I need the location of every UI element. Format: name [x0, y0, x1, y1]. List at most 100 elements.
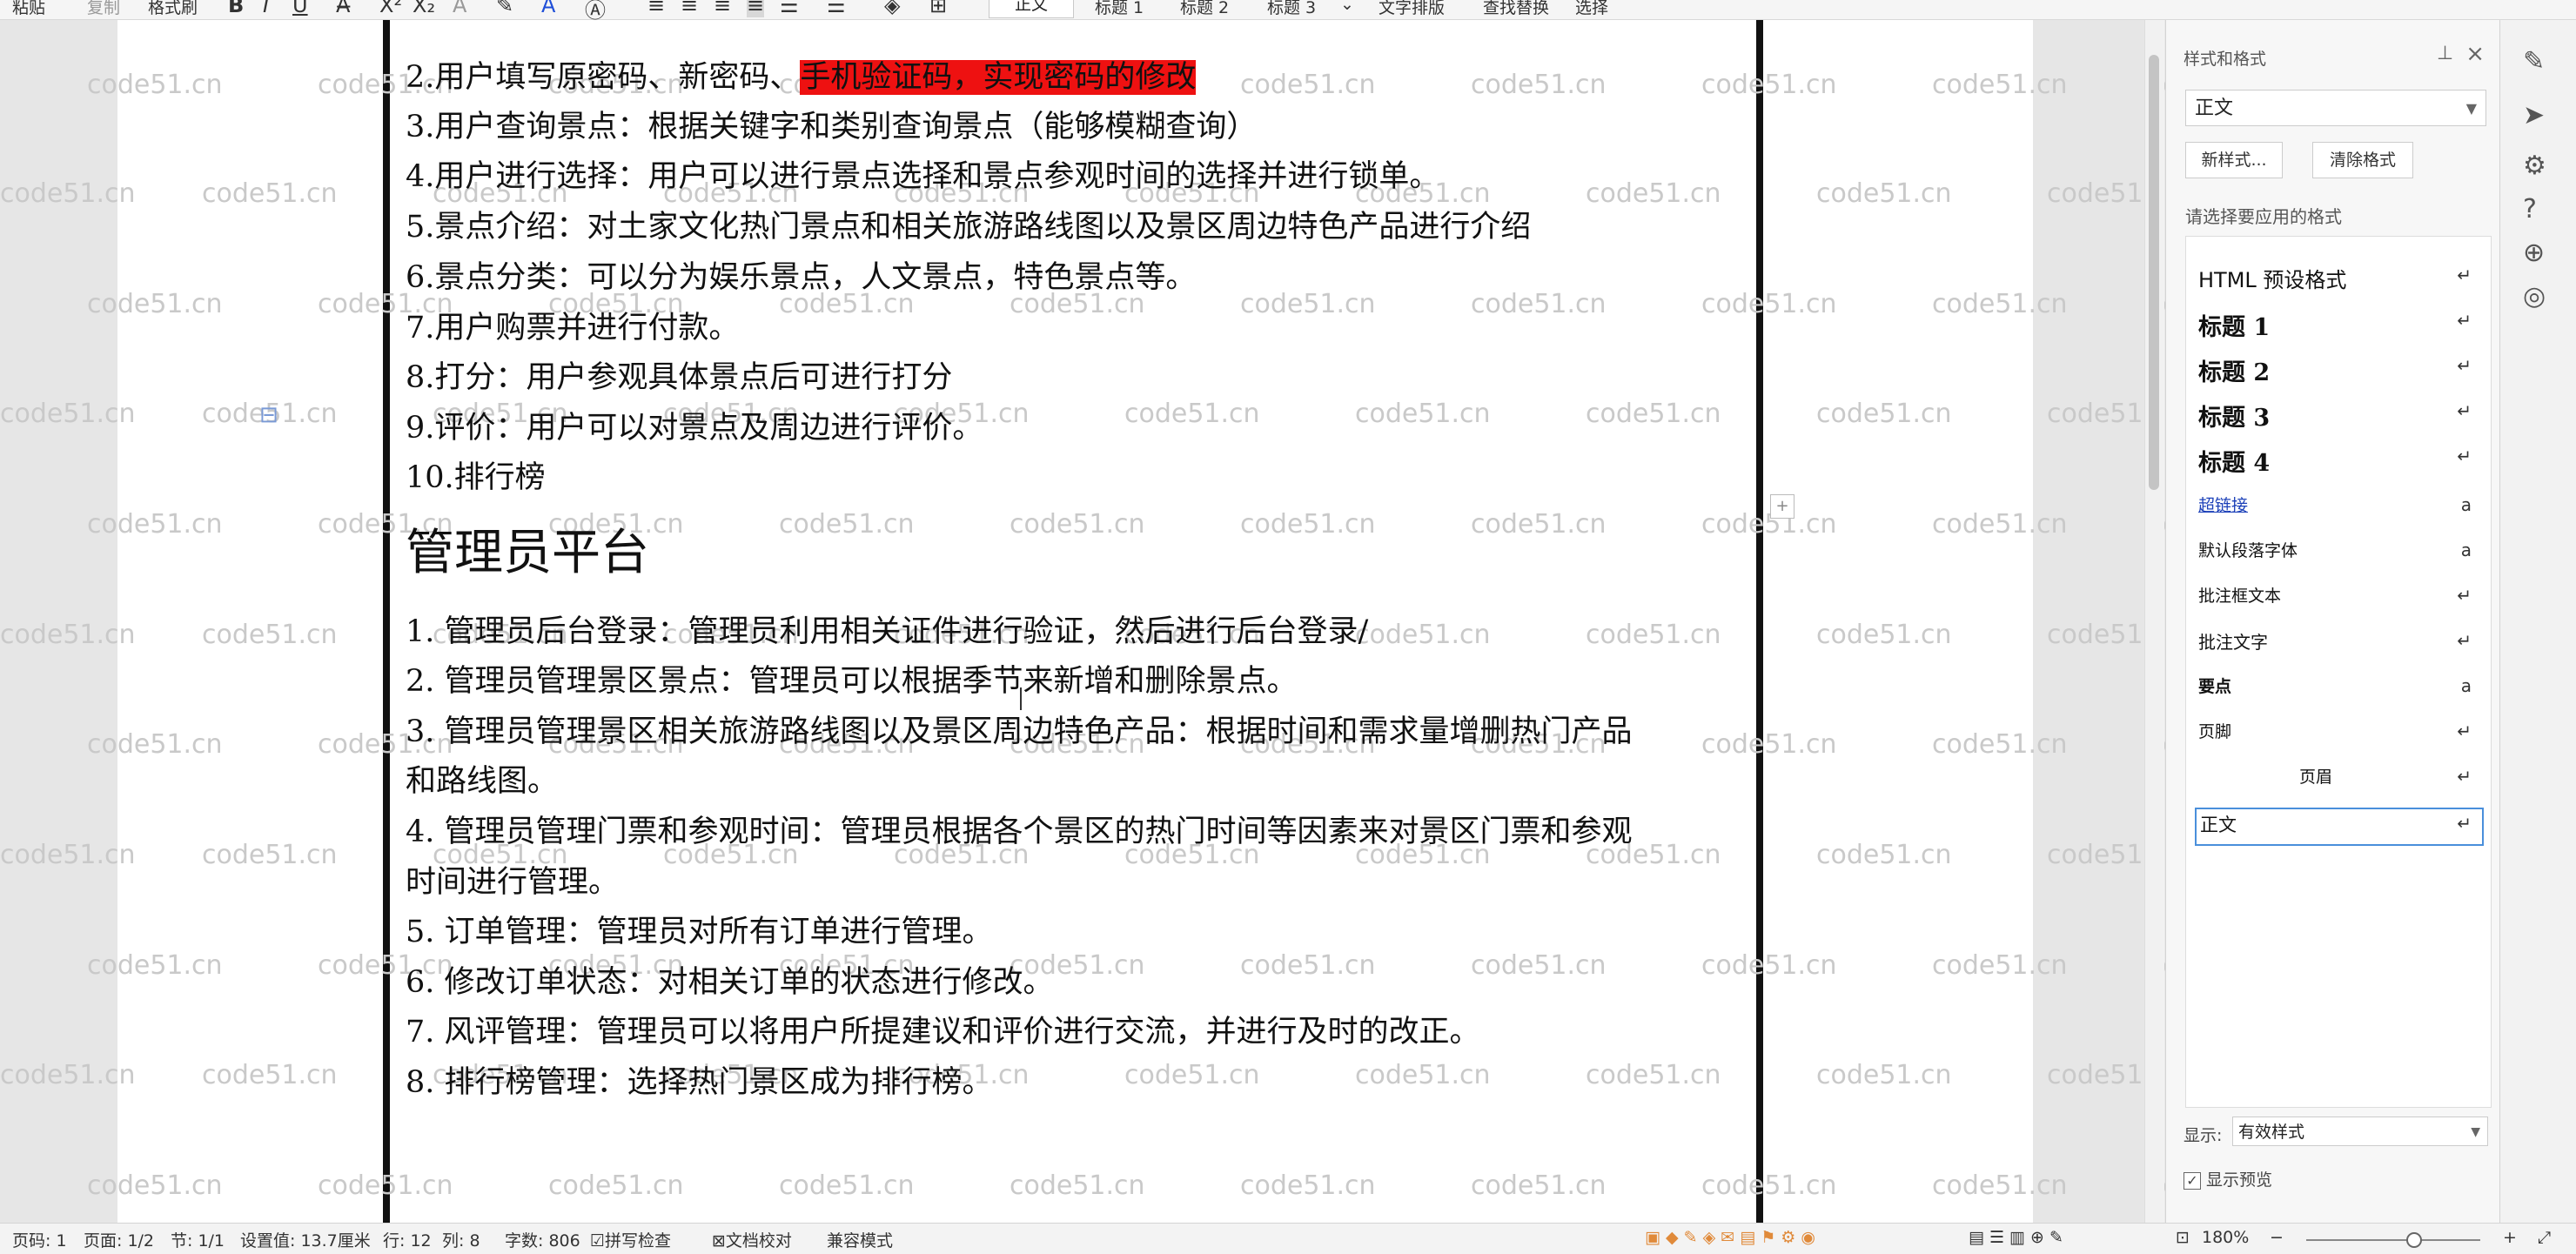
view-mode-icons[interactable]: ▤ ☰ ▥ ⊕ ✎: [1969, 1228, 2063, 1247]
paste-button[interactable]: 粘贴: [12, 0, 45, 18]
style-item[interactable]: 要点: [2198, 674, 2231, 697]
bold-button[interactable]: B: [228, 0, 244, 17]
align-left-icon[interactable]: ≡: [647, 0, 665, 17]
line-spacing-icon[interactable]: ☰: [827, 0, 846, 17]
strikethrough-icon[interactable]: A̶: [336, 0, 350, 17]
doc-line-9[interactable]: 9.评价：用户可以对景点及周边进行评价。: [406, 403, 983, 447]
align-justify-icon[interactable]: ≡: [747, 0, 765, 17]
align-center-icon[interactable]: ≡: [681, 0, 698, 17]
admin-line-3b[interactable]: 和路线图。: [406, 756, 558, 801]
style-h2-box[interactable]: 标题 2: [1180, 0, 1229, 18]
doc-line-6[interactable]: 6.景点分类：可以分为娱乐景点，人文景点，特色景点等。: [406, 252, 1196, 297]
panel-title[interactable]: 样式和格式: [2184, 46, 2266, 70]
doc-line-3[interactable]: 3.用户查询景点：根据关键字和类别查询景点（能够模糊查询）: [406, 102, 1257, 146]
format-painter-button[interactable]: 格式刷: [148, 0, 198, 18]
style-brush-icon[interactable]: ✎: [2523, 46, 2545, 77]
doc-line-5[interactable]: 5.景点介绍：对土家文化热门景点和相关旅游路线图以及景区周边特色产品进行介绍: [406, 202, 1531, 246]
font-color-icon[interactable]: A: [541, 0, 555, 17]
admin-line-1[interactable]: 1. 管理员后台登录：管理员利用相关证件进行验证，然后进行后台登录/: [406, 607, 1368, 651]
scrollbar-thumb[interactable]: [2149, 55, 2159, 490]
status-page-num[interactable]: 页码: 1: [12, 1228, 67, 1251]
highlight-icon[interactable]: ✎: [496, 0, 513, 17]
italic-button[interactable]: I: [263, 0, 269, 17]
borders-icon[interactable]: ⊞: [929, 0, 947, 17]
admin-line-5[interactable]: 5. 订单管理：管理员对所有订单进行管理。: [406, 907, 993, 951]
show-preview-checkbox[interactable]: ✓ 显示预览: [2184, 1167, 2272, 1190]
style-item-label: HTML 预设格式: [2198, 268, 2347, 292]
style-h1-box[interactable]: 标题 1: [1095, 0, 1144, 18]
find-replace-button[interactable]: 查找替换: [1483, 0, 1549, 18]
text-effect-icon[interactable]: A: [453, 0, 466, 17]
shading-icon[interactable]: ◈: [884, 0, 900, 17]
style-type-icon: ↵: [2457, 813, 2472, 834]
zoom-out-icon[interactable]: −: [2270, 1228, 2284, 1247]
style-item[interactable]: 批注文字: [2198, 628, 2268, 654]
new-style-button[interactable]: 新样式...: [2185, 142, 2283, 178]
spell-check-button[interactable]: ☑拼写检查: [590, 1228, 671, 1251]
style-item[interactable]: 页眉: [2299, 764, 2332, 788]
status-section[interactable]: 节: 1/1: [171, 1228, 225, 1251]
status-words[interactable]: 字数: 806: [505, 1228, 580, 1251]
zoom-slider-knob[interactable]: [2406, 1232, 2422, 1248]
style-item[interactable]: 标题 2: [2198, 353, 2270, 387]
zoom-level[interactable]: 180%: [2202, 1228, 2249, 1247]
style-item[interactable]: 页脚: [2198, 719, 2231, 742]
distributed-align-icon[interactable]: ☰: [780, 0, 799, 17]
vertical-scrollbar[interactable]: [2144, 20, 2164, 1223]
settings-sliders-icon[interactable]: ⚙: [2523, 151, 2546, 181]
doc-line-8[interactable]: 8.打分：用户参观具体景点后可进行打分: [406, 352, 952, 397]
status-col[interactable]: 列: 8: [442, 1228, 480, 1251]
fullscreen-icon[interactable]: ⤢: [2538, 1228, 2551, 1247]
add-block-icon[interactable]: +: [1770, 494, 1794, 519]
highlighted-text[interactable]: 手机验证码，实现密码的修改: [800, 60, 1197, 95]
show-filter-select[interactable]: 有效样式 ▼: [2232, 1117, 2488, 1146]
style-item[interactable]: 标题 1: [2198, 308, 2270, 342]
backup-icon[interactable]: ◎: [2523, 281, 2546, 312]
style-item[interactable]: 批注框文本: [2198, 583, 2281, 607]
doc-line-2[interactable]: 2.用户填写原密码、新密码、手机验证码，实现密码的修改: [406, 52, 1197, 97]
clear-format-button[interactable]: 清除格式: [2312, 142, 2413, 178]
style-item[interactable]: 标题 4: [2198, 444, 2270, 478]
status-pages[interactable]: 页面: 1/2: [84, 1228, 154, 1251]
current-style-select[interactable]: 正文 ▼: [2185, 90, 2486, 126]
close-icon[interactable]: ×: [2465, 41, 2485, 67]
style-h3-box[interactable]: 标题 3: [1267, 0, 1316, 18]
superscript-icon[interactable]: X²: [379, 0, 402, 17]
status-tray-icons[interactable]: ▣ ◆ ✎ ◈ ✉ ▤ ⚑ ⚙ ◉: [1645, 1228, 1815, 1247]
admin-line-8[interactable]: 8. 排行榜管理：选择热门景区成为排行榜。: [406, 1057, 993, 1102]
style-item[interactable]: 超链接: [2198, 493, 2248, 516]
admin-line-6[interactable]: 6. 修改订单状态：对相关订单的状态进行修改。: [406, 957, 1054, 1002]
pin-icon[interactable]: ⊥: [2437, 43, 2453, 64]
underline-button[interactable]: U: [292, 0, 308, 17]
zoom-slider[interactable]: [2306, 1239, 2480, 1241]
paragraph-handle-icon[interactable]: ⊟: [259, 402, 278, 428]
doc-line-7[interactable]: 7.用户购票并进行付款。: [406, 303, 739, 347]
share-icon[interactable]: ⊕: [2523, 238, 2545, 268]
admin-line-4b[interactable]: 时间进行管理。: [406, 857, 619, 902]
subscript-icon[interactable]: X₂: [413, 0, 435, 17]
admin-line-2[interactable]: 2. 管理员管理景区景点：管理员可以根据季节来新增和删除景点。: [406, 656, 1298, 701]
help-icon[interactable]: ?: [2523, 194, 2537, 225]
style-item[interactable]: 默认段落字体: [2198, 538, 2298, 561]
styles-scroll-icon[interactable]: ⌄: [1340, 0, 1354, 14]
style-normal-box[interactable]: 正文: [989, 0, 1074, 18]
doc-line-4[interactable]: 4.用户进行选择：用户可以进行景点选择和景点参观时间的选择并进行锁单。: [406, 151, 1439, 196]
section-heading[interactable]: 管理员平台: [406, 513, 649, 584]
zoom-in-icon[interactable]: +: [2503, 1228, 2517, 1247]
status-row[interactable]: 行: 12: [383, 1228, 432, 1251]
text-layout-button[interactable]: 文字排版: [1379, 0, 1445, 18]
cursor-select-icon[interactable]: ➤: [2523, 100, 2545, 131]
style-item[interactable]: 标题 3: [2198, 399, 2270, 433]
admin-line-7[interactable]: 7. 风评管理：管理员可以将用户所提建议和评价进行交流，并进行及时的改正。: [406, 1007, 1480, 1051]
style-item[interactable]: HTML 预设格式: [2198, 263, 2346, 293]
proofread-button[interactable]: ⊠文档校对: [712, 1228, 792, 1251]
admin-line-3a[interactable]: 3. 管理员管理景区相关旅游路线图以及景区周边特色产品：根据时间和需求量增删热门…: [406, 707, 1633, 751]
style-item[interactable]: 正文: [2195, 811, 2472, 837]
doc-line-10[interactable]: 10.排行榜: [406, 453, 546, 497]
align-right-icon[interactable]: ≡: [714, 0, 731, 17]
select-button[interactable]: 选择: [1575, 0, 1608, 18]
fit-page-icon[interactable]: ⊡: [2176, 1228, 2190, 1247]
admin-line-4a[interactable]: 4. 管理员管理门票和参观时间：管理员根据各个景区的热门时间等因素来对景区门票和…: [406, 807, 1633, 851]
status-setting[interactable]: 设置值: 13.7厘米: [240, 1228, 371, 1251]
copy-button[interactable]: 复制: [87, 0, 120, 18]
